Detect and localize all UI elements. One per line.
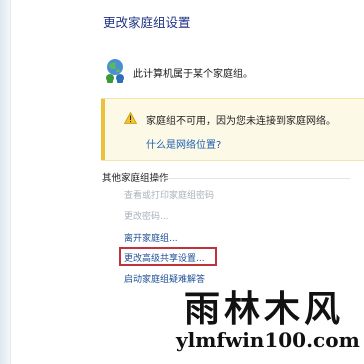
change-password-link: 更改密码... [124, 212, 169, 222]
navigation-pane-edge [0, 0, 11, 364]
homegroup-status-text: 此计算机属于某个家庭组。 [133, 69, 253, 80]
page-title: 更改家庭组设置 [103, 15, 191, 30]
homegroup-icon [106, 59, 124, 83]
warning-infobar: 家庭组不可用，因为您未连接到家庭网络。 什么是网络位置? [101, 98, 364, 161]
leave-homegroup-link[interactable]: 离开家庭组... [124, 231, 178, 244]
warning-icon [124, 112, 137, 124]
watermark-url: ylmfwin100.com [176, 328, 360, 352]
warning-message: 家庭组不可用，因为您未连接到家庭网络。 [146, 116, 336, 127]
highlight-annotation-box [119, 247, 217, 266]
view-print-password-link: 查看或打印家庭组密码 [124, 191, 215, 201]
network-location-help-link[interactable]: 什么是网络位置? [146, 136, 221, 151]
section-divider [154, 178, 350, 179]
other-actions-header: 其他家庭组操作 [102, 173, 169, 184]
watermark-logo-text: 雨林木风 [184, 288, 345, 330]
warning-accent-bar [101, 99, 105, 160]
